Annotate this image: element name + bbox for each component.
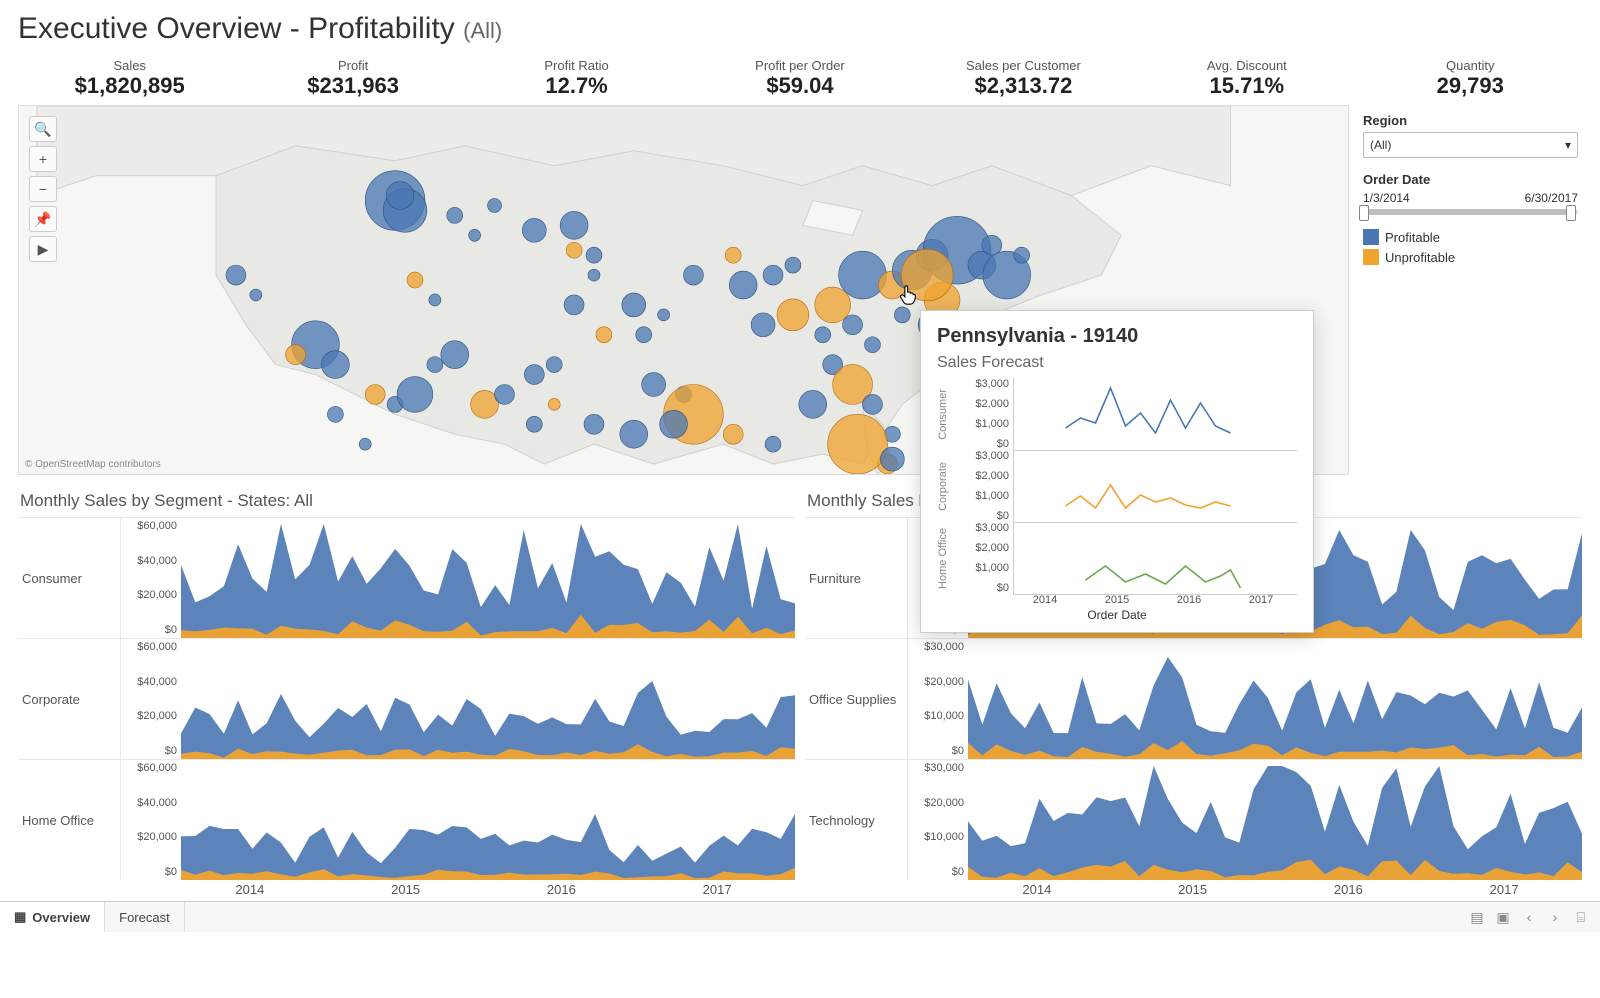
category-office-row[interactable]: Office Supplies $30,000 $20,000 $10,000 …: [805, 638, 1582, 759]
tab-forecast[interactable]: Forecast: [105, 902, 185, 932]
order-date-label: Order Date: [1363, 172, 1578, 187]
dashboard-header: Executive Overview - Profitability (All): [0, 0, 1600, 50]
filmstrip-icon[interactable]: ▤: [1468, 908, 1486, 926]
filters-sidebar: Region (All) ▾ Order Date 1/3/2014 6/30/…: [1359, 105, 1582, 475]
play-icon[interactable]: ▶: [29, 236, 57, 262]
legend-swatch-profitable: [1363, 229, 1379, 245]
map-toolbar: 🔍 + − 📌 ▶: [29, 116, 57, 262]
category-tech-row[interactable]: Technology $30,000 $20,000 $10,000 $0: [805, 759, 1582, 880]
tooltip-title: Pennsylvania - 19140: [937, 325, 1297, 348]
monthly-sales-by-segment: Monthly Sales by Segment - States: All C…: [18, 483, 795, 897]
kpi-profit: Profit $231,963: [241, 58, 464, 99]
panel-title-left: Monthly Sales by Segment - States: All: [20, 491, 795, 511]
zoom-in-icon[interactable]: +: [29, 146, 57, 172]
dashboard-tabs: ▦ Overview Forecast ▤ ▣ ‹ › ⌸: [0, 901, 1600, 932]
tooltip-row-consumer: Consumer: [937, 389, 953, 440]
presentation-icon[interactable]: ⌸: [1572, 908, 1590, 926]
segment-homeoffice-row[interactable]: Home Office $60,000 $40,000 $20,000 $0: [18, 759, 795, 880]
date-slider[interactable]: [1363, 209, 1578, 215]
tooltip-row-homeoffice: Home Office: [937, 528, 953, 589]
kpi-profit-ratio: Profit Ratio 12.7%: [465, 58, 688, 99]
chevron-down-icon: ▾: [1565, 138, 1571, 152]
kpi-quantity: Quantity 29,793: [1359, 58, 1582, 99]
kpi-row: Sales $1,820,895 Profit $231,963 Profit …: [0, 50, 1600, 105]
legend-swatch-unprofitable: [1363, 249, 1379, 265]
slider-handle-end[interactable]: [1566, 205, 1576, 221]
page-title: Executive Overview - Profitability (All): [18, 12, 1582, 46]
map-credit: © OpenStreetMap contributors: [25, 459, 161, 470]
date-end: 6/30/2017: [1525, 191, 1578, 205]
pin-icon[interactable]: 📌: [29, 206, 57, 232]
tooltip-subtitle: Sales Forecast: [937, 354, 1297, 372]
prev-icon[interactable]: ‹: [1520, 908, 1538, 926]
region-select[interactable]: (All) ▾: [1363, 132, 1578, 158]
grid-icon: ▦: [14, 909, 26, 925]
next-icon[interactable]: ›: [1546, 908, 1564, 926]
kpi-sales: Sales $1,820,895: [18, 58, 241, 99]
search-icon[interactable]: 🔍: [29, 116, 57, 142]
tab-overview[interactable]: ▦ Overview: [0, 902, 105, 932]
kpi-avg-discount: Avg. Discount 15.71%: [1135, 58, 1358, 99]
slider-handle-start[interactable]: [1359, 205, 1369, 221]
segment-consumer-row[interactable]: Consumer $60,000 $40,000 $20,000 $0: [18, 517, 795, 638]
kpi-sales-per-customer: Sales per Customer $2,313.72: [912, 58, 1135, 99]
date-start: 1/3/2014: [1363, 191, 1410, 205]
map-tooltip: Pennsylvania - 19140 Sales Forecast Cons…: [920, 310, 1314, 633]
region-label: Region: [1363, 113, 1578, 128]
zoom-out-icon[interactable]: −: [29, 176, 57, 202]
kpi-profit-per-order: Profit per Order $59.04: [688, 58, 911, 99]
color-legend: Profitable Unprofitable: [1363, 229, 1578, 269]
segment-corporate-row[interactable]: Corporate $60,000 $40,000 $20,000 $0: [18, 638, 795, 759]
tooltip-row-corporate: Corporate: [937, 462, 953, 511]
thumbnails-icon[interactable]: ▣: [1494, 908, 1512, 926]
tooltip-xlabel: Order Date: [937, 608, 1297, 622]
